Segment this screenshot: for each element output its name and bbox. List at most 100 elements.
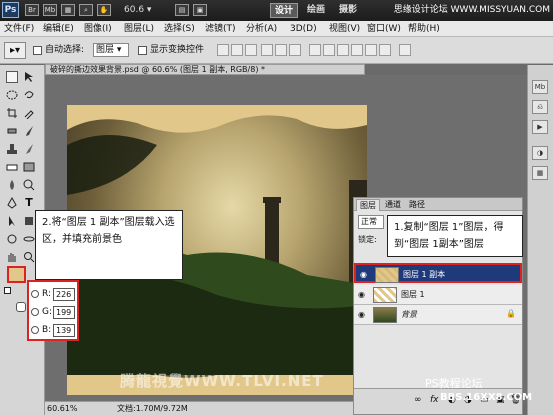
tab-paths[interactable]: 路径: [406, 199, 428, 210]
move-tool-icon[interactable]: [6, 71, 18, 83]
marquee-tool-icon[interactable]: [6, 89, 18, 101]
3d-rotate-icon[interactable]: [6, 233, 18, 245]
show-transform-checkbox[interactable]: [138, 46, 147, 55]
zoom-icon[interactable]: [23, 251, 35, 263]
pen-tool-icon[interactable]: [6, 196, 18, 209]
path-selection-icon[interactable]: [6, 215, 18, 227]
instruction-step2-text: 2.将“图层 1 副本”图层载入选区，并填充前景色: [42, 217, 175, 245]
3d-orbit-icon[interactable]: [23, 233, 35, 245]
crop-tool-icon[interactable]: [6, 107, 18, 119]
actions-panel-icon[interactable]: ▶: [532, 120, 548, 134]
arrange-documents-icon[interactable]: ▤: [175, 4, 189, 16]
layer-thumbnail: [373, 307, 397, 323]
shape-tool-icon[interactable]: [23, 215, 35, 227]
red-value-field[interactable]: 226: [53, 288, 75, 301]
align-vcenter-icon[interactable]: [231, 44, 243, 56]
layer-row-background[interactable]: ◉ 背景 🔒: [354, 305, 522, 325]
distribute-left-icon[interactable]: [351, 44, 363, 56]
workspace-design-button[interactable]: 设计: [270, 3, 299, 18]
layer-row-copy[interactable]: ◉ 图层 1 副本: [354, 263, 522, 283]
hand-tool-icon[interactable]: ✋: [97, 4, 111, 16]
blur-tool-icon[interactable]: [6, 179, 18, 191]
visibility-eye-icon[interactable]: ◉: [358, 269, 369, 280]
history-panel-icon[interactable]: ⎌: [532, 100, 548, 114]
align-bottom-icon[interactable]: [245, 44, 257, 56]
swatches-panel-icon[interactable]: ▦: [532, 166, 548, 180]
type-tool-icon[interactable]: T: [23, 197, 35, 209]
menu-edit[interactable]: 编辑(E): [43, 22, 74, 36]
minibridge-panel-icon[interactable]: Mb: [532, 80, 548, 94]
menu-layer[interactable]: 图层(L): [124, 22, 154, 36]
align-top-icon[interactable]: [217, 44, 229, 56]
screen-mode-icon[interactable]: ▣: [193, 4, 207, 16]
align-right-icon[interactable]: [289, 44, 301, 56]
auto-select-dropdown[interactable]: 图层 ▾: [93, 43, 129, 57]
workspace-photography-button[interactable]: 摄影: [335, 3, 361, 18]
tab-channels[interactable]: 通道: [382, 199, 404, 210]
color-row-red: R: 226: [31, 287, 77, 302]
menu-select[interactable]: 选择(S): [164, 22, 195, 36]
selection-tool-icon[interactable]: [23, 71, 35, 83]
blue-radio[interactable]: [31, 326, 39, 334]
menu-view[interactable]: 视图(V): [329, 22, 360, 36]
foreground-color-swatch[interactable]: [7, 266, 26, 283]
blend-mode-dropdown[interactable]: 正常: [358, 215, 384, 229]
menu-filter[interactable]: 滤镜(T): [205, 22, 236, 36]
eyedropper-tool-icon[interactable]: [23, 107, 35, 120]
zoom-tool-icon[interactable]: ⌕: [79, 4, 93, 16]
menu-help[interactable]: 帮助(H): [408, 22, 440, 36]
dodge-tool-icon[interactable]: [23, 179, 35, 191]
distribute-hcenter-icon[interactable]: [365, 44, 377, 56]
healing-brush-icon[interactable]: [6, 125, 18, 137]
layer-name: 背景: [401, 310, 417, 319]
distribute-top-icon[interactable]: [309, 44, 321, 56]
align-left-icon[interactable]: [261, 44, 273, 56]
bridge-icon[interactable]: Br: [25, 4, 39, 16]
menu-window[interactable]: 窗口(W): [367, 22, 401, 36]
menu-file[interactable]: 文件(F): [4, 22, 34, 36]
distribute-bottom-icon[interactable]: [337, 44, 349, 56]
red-radio[interactable]: [31, 290, 39, 298]
zoom-status[interactable]: 60.61%: [47, 402, 78, 415]
document-tab-title: 破碎的撕边效果背景.psd @ 60.6% (图层 1 副本, RGB/8) *: [50, 65, 265, 74]
instruction-step1-text: 1.复制“图层 1”图层，得到“图层 1副本”图层: [394, 222, 504, 250]
instruction-callout-step1: 1.复制“图层 1”图层，得到“图层 1副本”图层: [387, 215, 523, 257]
green-value-field[interactable]: 199: [53, 306, 75, 319]
zoom-level-dropdown[interactable]: 60.6 ▾: [124, 3, 166, 18]
eraser-tool-icon[interactable]: [6, 161, 18, 173]
clone-stamp-icon[interactable]: [6, 143, 18, 155]
distribute-right-icon[interactable]: [379, 44, 391, 56]
menu-image[interactable]: 图像(I): [84, 22, 112, 36]
default-colors-icon[interactable]: [4, 287, 11, 294]
minibridge-icon[interactable]: Mb: [43, 4, 57, 16]
top-torn-edge: [67, 105, 367, 133]
gradient-tool-icon[interactable]: [23, 161, 35, 173]
extras-icon[interactable]: ▦: [61, 4, 75, 16]
color-panel-icon[interactable]: ◑: [532, 146, 548, 160]
auto-align-icon[interactable]: [399, 44, 411, 56]
document-tab[interactable]: 破碎的撕边效果背景.psd @ 60.6% (图层 1 副本, RGB/8) *: [45, 64, 365, 75]
blue-value-field[interactable]: 139: [53, 324, 75, 337]
layer-style-icon[interactable]: fx: [430, 395, 439, 405]
distribute-vcenter-icon[interactable]: [323, 44, 335, 56]
blend-mode-value: 正常: [361, 217, 377, 226]
auto-select-checkbox[interactable]: [33, 46, 42, 55]
hand-icon[interactable]: [6, 251, 18, 263]
link-layers-icon[interactable]: ∞: [414, 395, 422, 405]
show-transform-label: 显示变换控件: [150, 45, 205, 55]
workspace-painting-button[interactable]: 绘画: [303, 3, 329, 18]
tab-layers[interactable]: 图层: [356, 199, 380, 211]
quick-mask-icon[interactable]: [16, 302, 26, 312]
menu-analysis[interactable]: 分析(A): [246, 22, 277, 36]
brush-tool-icon[interactable]: [23, 125, 35, 137]
layer-row-layer1[interactable]: ◉ 图层 1: [354, 285, 522, 305]
tool-preset-picker[interactable]: ▸▾: [4, 42, 26, 59]
visibility-eye-icon[interactable]: ◉: [356, 309, 367, 320]
visibility-eye-icon[interactable]: ◉: [356, 289, 367, 300]
align-hcenter-icon[interactable]: [275, 44, 287, 56]
tower-right-top: [263, 197, 281, 203]
menu-3d[interactable]: 3D(D): [290, 22, 317, 36]
lasso-tool-icon[interactable]: [23, 89, 35, 101]
history-brush-icon[interactable]: [23, 143, 35, 155]
green-radio[interactable]: [31, 308, 39, 316]
